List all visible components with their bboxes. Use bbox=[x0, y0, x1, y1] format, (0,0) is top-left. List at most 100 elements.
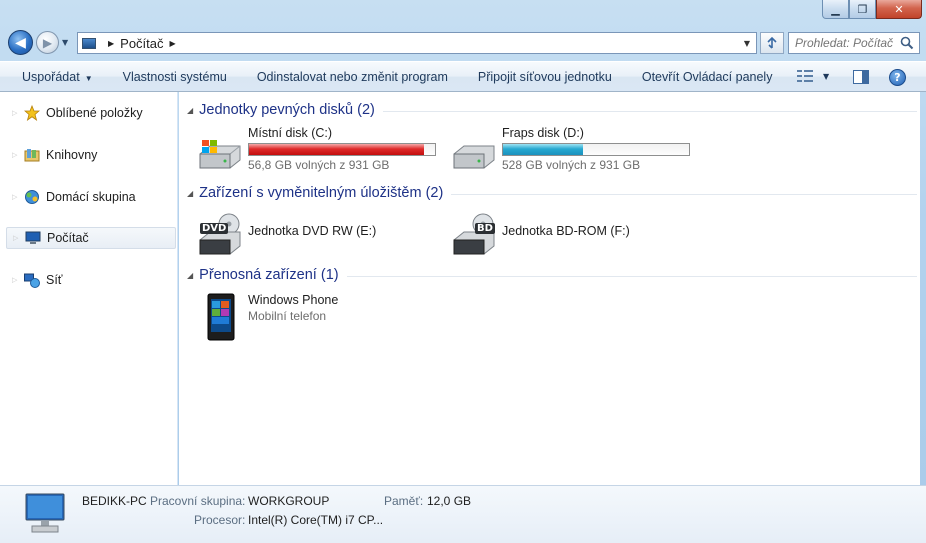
memory-label: Paměť: bbox=[384, 494, 424, 508]
command-bar: Uspořádat ▼ Vlastnosti systému Odinstalov… bbox=[0, 61, 926, 92]
search-input[interactable] bbox=[795, 36, 899, 50]
group-removable-header[interactable]: ◢ Zařízení s vyměnitelným úložištěm (2) bbox=[187, 185, 917, 201]
bd-drive-icon: BD bbox=[450, 210, 498, 258]
chevron-down-icon[interactable]: ▼ bbox=[823, 72, 829, 81]
phone-icon bbox=[196, 293, 244, 341]
refresh-icon bbox=[767, 36, 777, 49]
group-portable-header[interactable]: ◢ Přenosná zařízení (1) bbox=[187, 267, 917, 283]
drive-free-space: 528 GB volných z 931 GB bbox=[502, 158, 641, 172]
expand-icon[interactable]: ▷ bbox=[12, 193, 17, 201]
search-icon[interactable] bbox=[900, 36, 914, 50]
navigation-pane: ▷ Oblíbené položky ▷ Knihovny ▷ Domácí s… bbox=[0, 92, 178, 485]
drive-free-space: 56,8 GB volných z 931 GB bbox=[248, 158, 390, 172]
arrow-right-icon: ▶ bbox=[42, 35, 53, 50]
device-type: Mobilní telefon bbox=[248, 309, 327, 323]
expand-icon[interactable]: ▷ bbox=[12, 276, 17, 284]
minimize-icon: ▁ bbox=[831, 2, 840, 16]
group-divider bbox=[382, 110, 917, 112]
view-tiles-icon bbox=[797, 70, 813, 83]
drive-usage-fill bbox=[503, 144, 583, 155]
chevron-down-icon: ▼ bbox=[84, 73, 93, 83]
preview-pane-button[interactable] bbox=[853, 70, 869, 84]
expand-icon[interactable]: ▷ bbox=[12, 109, 17, 117]
close-icon: ✕ bbox=[894, 2, 904, 16]
expand-icon[interactable]: ▷ bbox=[12, 151, 17, 159]
collapse-icon[interactable]: ◢ bbox=[187, 106, 193, 115]
address-history-dropdown[interactable]: ▼ bbox=[744, 39, 750, 48]
device-tile-phone[interactable]: Windows Phone Mobilní telefon bbox=[196, 293, 338, 341]
drive-usage-bar bbox=[248, 143, 436, 156]
drive-tile-d[interactable]: Fraps disk (D:) 528 GB volných z 931 GB bbox=[450, 126, 690, 174]
back-button[interactable]: ◀ bbox=[8, 30, 33, 55]
libraries-icon bbox=[24, 147, 40, 163]
drive-tile-c[interactable]: Místní disk (C:) 56,8 GB volných z 931 G… bbox=[196, 126, 436, 174]
drive-name: Místní disk (C:) bbox=[248, 126, 333, 140]
close-button[interactable]: ✕ bbox=[876, 0, 922, 19]
system-properties-button[interactable]: Vlastnosti systému bbox=[108, 70, 242, 84]
homegroup-icon bbox=[24, 189, 40, 205]
group-divider bbox=[451, 193, 917, 195]
star-icon bbox=[24, 105, 40, 121]
help-button[interactable]: ? bbox=[889, 69, 906, 86]
drive-badge: BD bbox=[475, 223, 495, 234]
breadcrumb-computer[interactable]: Počítač bbox=[120, 36, 163, 51]
group-hdd-header[interactable]: ◢ Jednotky pevných disků (2) bbox=[187, 102, 917, 118]
breadcrumb-chevron-icon[interactable]: ▶ bbox=[170, 39, 176, 48]
collapse-icon[interactable]: ◢ bbox=[187, 271, 193, 280]
restore-icon: ❐ bbox=[857, 2, 868, 16]
refresh-button[interactable] bbox=[760, 32, 784, 54]
nav-item-network[interactable]: ▷ Síť bbox=[6, 269, 176, 291]
drive-name: Fraps disk (D:) bbox=[502, 126, 584, 140]
content-pane: ◢ Jednotky pevných disků (2) Místní disk… bbox=[179, 92, 920, 485]
device-name: Windows Phone bbox=[248, 293, 339, 307]
drive-badge: DVD bbox=[200, 223, 229, 234]
windows-drive-icon bbox=[196, 126, 244, 174]
group-title: Přenosná zařízení (1) bbox=[199, 267, 339, 283]
organize-label: Uspořádat bbox=[22, 69, 80, 84]
workgroup-value: WORKGROUP bbox=[248, 494, 330, 508]
nav-item-label: Síť bbox=[46, 273, 63, 287]
drive-tile-e[interactable]: DVD Jednotka DVD RW (E:) bbox=[196, 210, 376, 258]
search-box[interactable] bbox=[788, 32, 920, 54]
nav-item-label: Knihovny bbox=[46, 148, 98, 162]
open-control-panel-button[interactable]: Otevřít Ovládací panely bbox=[627, 70, 788, 84]
computer-icon bbox=[25, 493, 65, 533]
uninstall-program-button[interactable]: Odinstalovat nebo změnit program bbox=[242, 70, 463, 84]
collapse-icon[interactable]: ◢ bbox=[187, 189, 193, 198]
nav-item-computer[interactable]: ▷ Počítač bbox=[6, 227, 176, 249]
group-title: Zařízení s vyměnitelným úložištěm (2) bbox=[199, 185, 444, 201]
drive-tile-f[interactable]: BD Jednotka BD-ROM (F:) bbox=[450, 210, 630, 258]
maximize-button[interactable]: ❐ bbox=[849, 0, 876, 19]
map-network-drive-button[interactable]: Připojit síťovou jednotku bbox=[463, 70, 627, 84]
forward-button[interactable]: ▶ bbox=[36, 31, 59, 54]
computer-icon bbox=[25, 230, 41, 246]
nav-item-libraries[interactable]: ▷ Knihovny bbox=[6, 144, 176, 166]
drive-usage-bar bbox=[502, 143, 690, 156]
cpu-value: Intel(R) Core(TM) i7 CP... bbox=[248, 513, 384, 527]
nav-item-homegroup[interactable]: ▷ Domácí skupina bbox=[6, 186, 176, 208]
minimize-button[interactable]: ▁ bbox=[822, 0, 849, 19]
group-title: Jednotky pevných disků (2) bbox=[199, 102, 375, 118]
caption-buttons: ▁ ❐ ✕ bbox=[822, 0, 922, 19]
details-pane: BEDIKK-PC Pracovní skupina: WORKGROUP Pa… bbox=[0, 485, 926, 543]
nav-item-favorites[interactable]: ▷ Oblíbené položky bbox=[6, 102, 176, 124]
change-view-button[interactable]: ▼ bbox=[797, 70, 829, 83]
breadcrumb-chevron-icon[interactable]: ▶ bbox=[108, 39, 114, 48]
nav-item-label: Oblíbené položky bbox=[46, 106, 143, 120]
dvd-drive-icon: DVD bbox=[196, 210, 244, 258]
organize-button[interactable]: Uspořádat ▼ bbox=[0, 70, 108, 84]
drive-name: Jednotka BD-ROM (F:) bbox=[502, 224, 630, 238]
cpu-label: Procesor: bbox=[194, 513, 246, 527]
hard-drive-icon bbox=[450, 126, 498, 174]
computer-icon bbox=[82, 37, 96, 49]
memory-value: 12,0 GB bbox=[427, 494, 472, 508]
address-bar[interactable]: ▶ Počítač ▶ ▼ bbox=[77, 32, 757, 54]
expand-icon[interactable]: ▷ bbox=[13, 234, 18, 242]
nav-item-label: Domácí skupina bbox=[46, 190, 136, 204]
network-icon bbox=[24, 272, 40, 288]
drive-usage-fill bbox=[249, 144, 424, 155]
recent-pages-dropdown[interactable]: ▼ bbox=[62, 38, 68, 47]
nav-item-label: Počítač bbox=[47, 231, 89, 245]
computer-name: BEDIKK-PC bbox=[82, 494, 147, 508]
drive-name: Jednotka DVD RW (E:) bbox=[248, 224, 377, 238]
